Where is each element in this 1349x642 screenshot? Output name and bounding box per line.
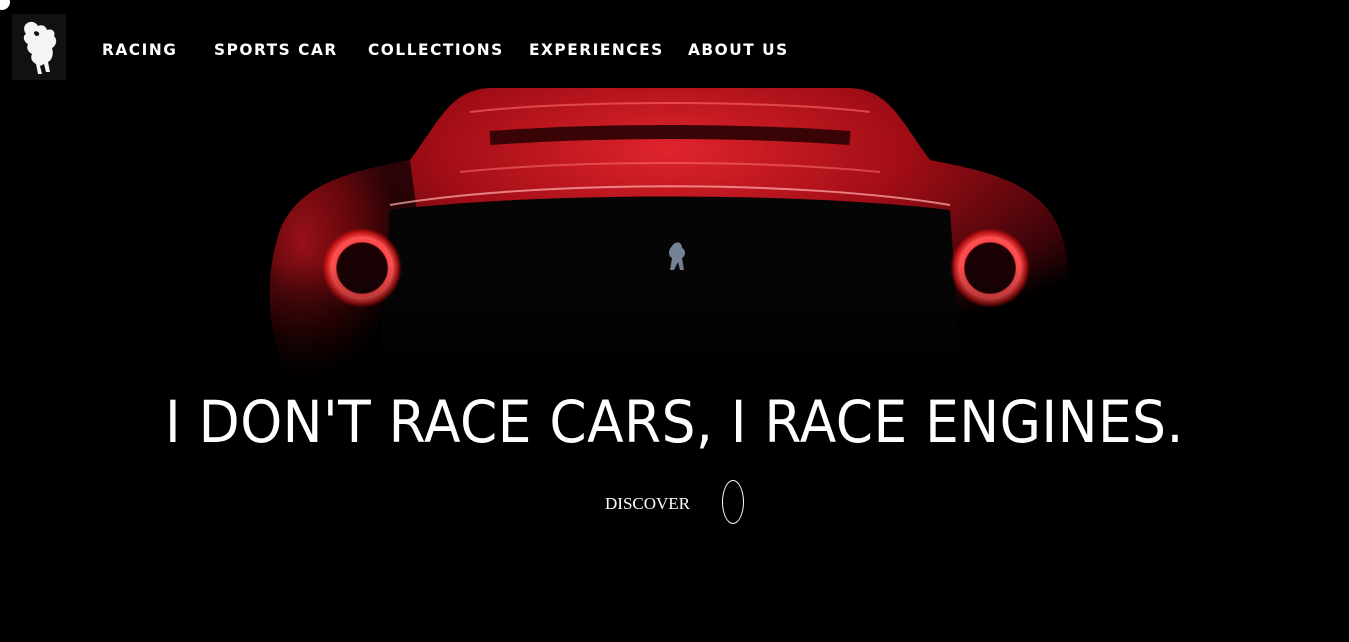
scroll-oval-icon[interactable] xyxy=(722,480,744,524)
hero-headline: I DON'T RACE CARS, I RACE ENGINES. xyxy=(165,388,1184,456)
nav-item-collections[interactable]: COLLECTIONS xyxy=(368,40,504,59)
nav-item-experiences[interactable]: EXPERIENCES xyxy=(529,40,664,59)
hero-car-image xyxy=(240,60,1100,400)
prancing-horse-logo-icon[interactable] xyxy=(12,14,66,80)
corner-dot xyxy=(0,0,10,10)
nav-item-sports-car[interactable]: SPORTS CAR xyxy=(214,40,338,59)
discover-link[interactable]: DISCOVER xyxy=(605,494,690,514)
hero-page: RACING SPORTS CAR COLLECTIONS EXPERIENCE… xyxy=(0,0,1349,642)
nav-item-racing[interactable]: RACING xyxy=(102,40,177,59)
nav-item-about-us[interactable]: ABOUT US xyxy=(688,40,789,59)
